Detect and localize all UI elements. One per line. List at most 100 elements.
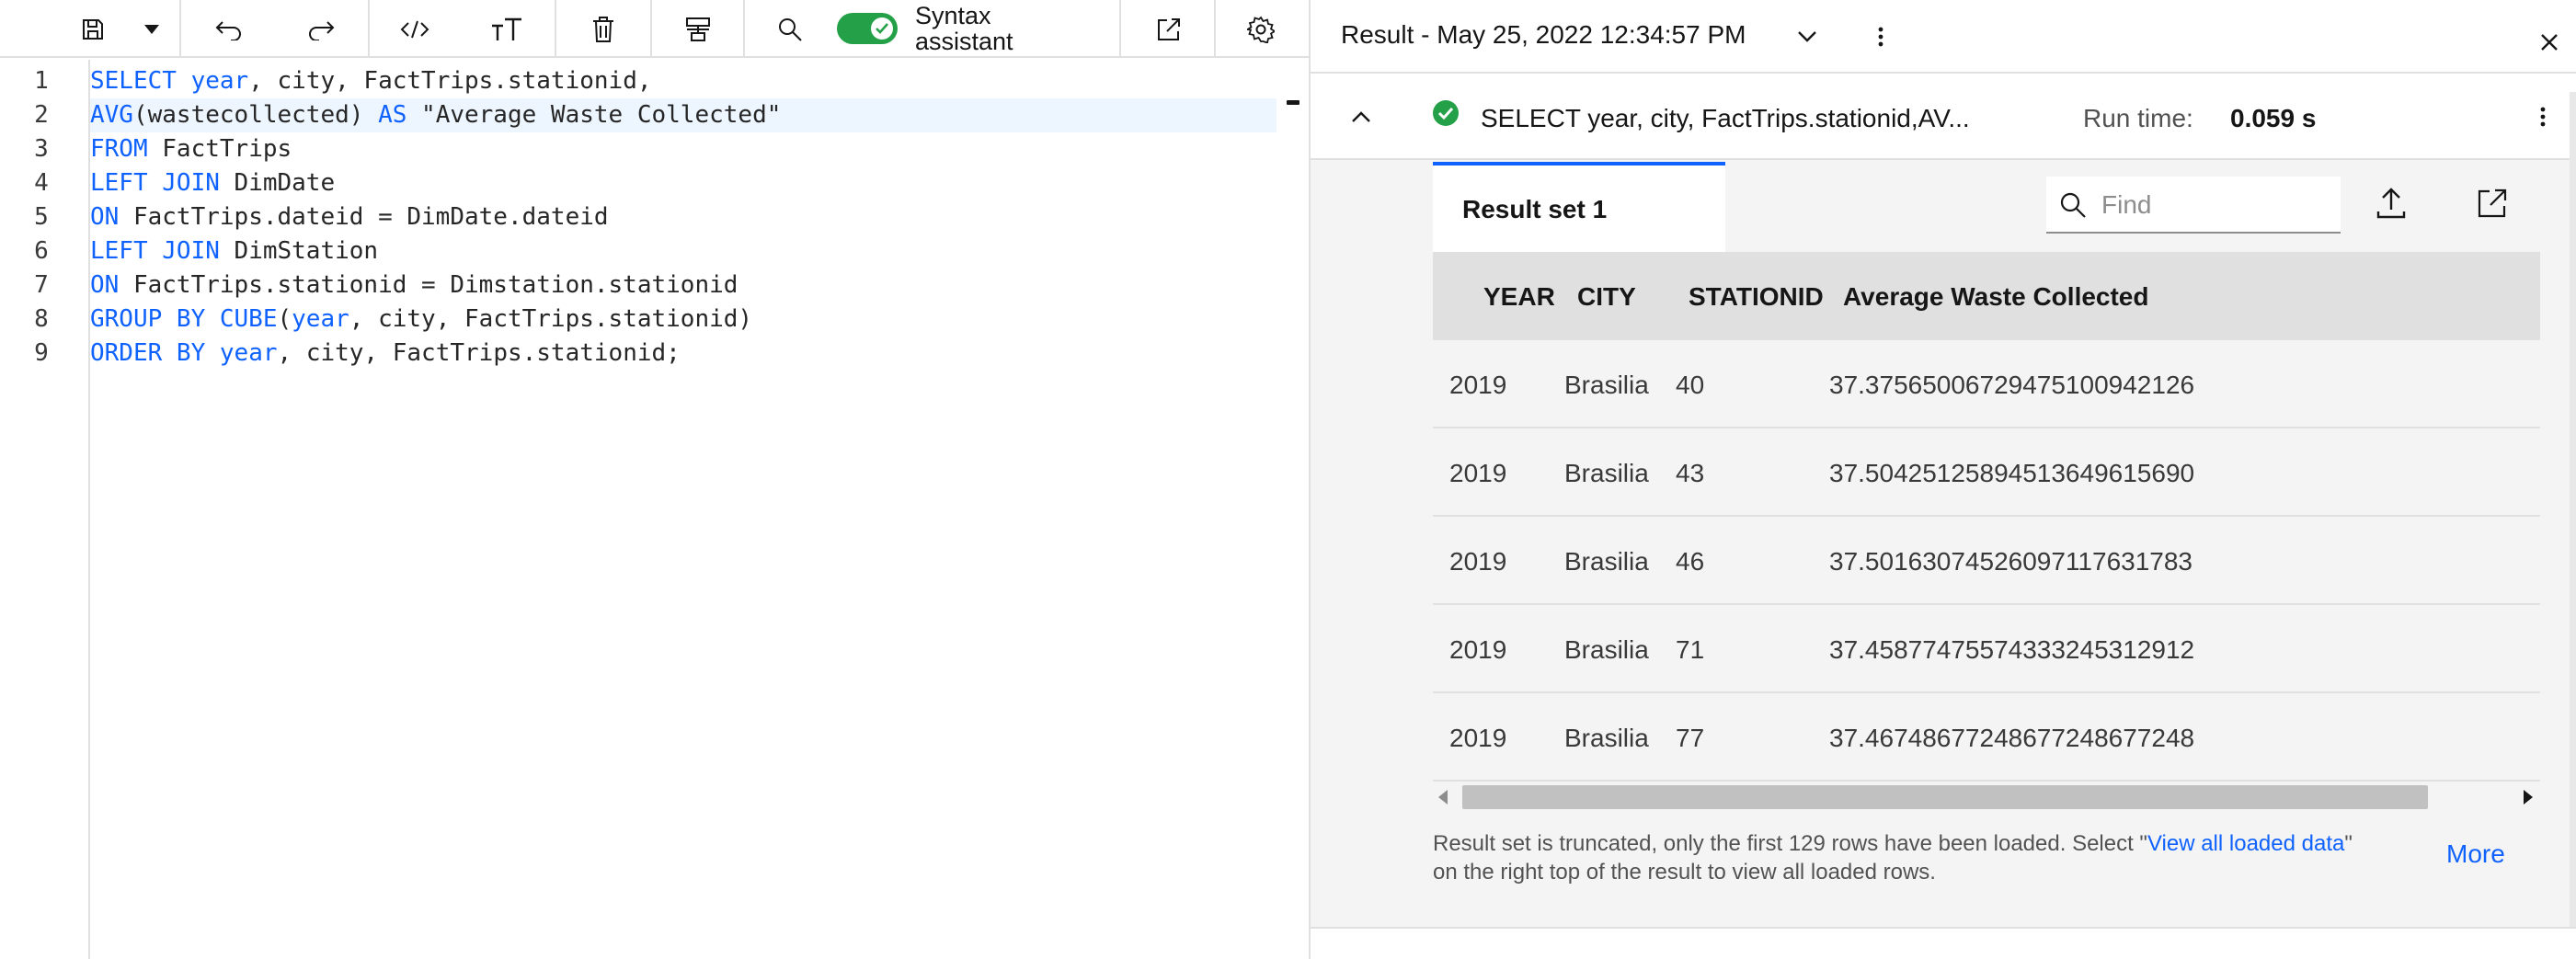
result-header: Result - May 25, 2022 12:34:57 PM [1311,0,2576,72]
code-line[interactable]: ON FactTrips.dateid = DimDate.dateid [90,200,1277,234]
result-table: YEAR CITY STATIONID Average Waste Collected… [1433,252,2540,782]
query-overflow-menu[interactable] [2524,98,2561,135]
table-cell: 37.50163074526097117631783 [1829,547,2193,576]
table-row[interactable]: 2019 Brasilia 40 37.37565006729475100942126 [1433,340,2540,428]
table-cell: 40 [1676,371,1705,399]
editor-toolbar: Syntax assistant [0,0,1309,58]
sql-text: (wastecollected) [132,101,379,129]
table-cell: Brasilia [1564,371,1649,399]
vertical-scrollbar[interactable] [2570,92,2576,927]
column-header[interactable]: STATIONID [1689,282,1824,312]
launch-icon [2478,188,2507,218]
export-button[interactable] [2368,180,2414,226]
sql-text: DimStation [219,237,379,265]
result-title: Result - May 25, 2022 12:34:57 PM [1341,20,1746,49]
sql-code-area[interactable]: SELECT year, city, FactTrips.stationid, A… [90,60,1309,959]
code-line[interactable]: SELECT year, city, FactTrips.stationid, [90,64,1277,98]
table-cell: Brasilia [1564,459,1649,487]
toolbar-divider [650,0,652,58]
collapse-button[interactable] [1343,98,1380,135]
table-row[interactable]: 2019 Brasilia 77 37.46748677248677248677248 [1433,693,2540,782]
sql-keyword: year [292,305,349,333]
line-number: 8 [34,305,49,333]
table-row[interactable]: 2019 Brasilia 43 37.50425125894513649615690 [1433,428,2540,517]
syntax-assistant-label: Syntax assistant [915,2,1013,55]
search-button[interactable] [771,0,809,58]
horizontal-scrollbar[interactable] [1433,782,2540,813]
insert-code-button[interactable] [395,0,434,58]
checkmark-icon [871,17,893,40]
scrollbar-thumb[interactable] [1462,785,2428,809]
line-number: 3 [34,135,49,163]
code-line[interactable]: AVG(wastecollected) AS "Average Waste Co… [90,98,1277,132]
sql-text: DimDate [219,169,336,197]
table-row[interactable]: 2019 Brasilia 46 37.50163074526097117631783 [1433,517,2540,605]
tab-result-set-1[interactable]: Result set 1 [1433,162,1725,252]
text-size-button[interactable] [487,0,526,58]
scroll-right-arrow-icon[interactable] [2524,790,2533,805]
chevron-down-icon [1798,31,1816,42]
scroll-left-arrow-icon[interactable] [1438,790,1448,805]
upload-icon [2376,188,2406,219]
overflow-menu-icon [2540,107,2546,127]
line-number: 6 [34,237,49,265]
open-in-new-window-button[interactable] [1150,0,1188,58]
tab-label: Result set 1 [1462,195,1608,223]
table-cell: Brasilia [1564,635,1649,664]
more-link[interactable]: More [2446,839,2505,869]
column-header[interactable]: CITY [1577,282,1636,312]
sql-keyword: LEFT JOIN [90,237,220,265]
redo-button[interactable] [302,0,340,58]
chevron-down-icon [144,24,159,34]
table-cell: 37.50425125894513649615690 [1829,459,2195,487]
table-cell: 2019 [1449,459,1507,487]
table-cell: 37.45877475574333245312912 [1829,635,2195,664]
sql-text: , city, FactTrips.stationid, [248,67,652,95]
line-number: 7 [34,271,49,299]
launch-icon [1158,17,1180,40]
close-icon [2541,34,2558,51]
save-button[interactable] [74,0,112,58]
format-icon [686,17,710,41]
table-cell: Brasilia [1564,724,1649,752]
delete-icon [593,16,613,42]
result-overflow-menu[interactable] [1862,18,1899,55]
table-cell: 46 [1676,547,1705,576]
sql-text: FactTrips.stationid = Dimstation.station… [119,271,738,299]
sql-text: FactTrips [147,135,292,163]
table-cell: 2019 [1449,724,1507,752]
table-row[interactable]: 2019 Brasilia 71 37.45877475574333245312912 [1433,605,2540,693]
toolbar-divider [368,0,370,58]
close-result-button[interactable] [2531,24,2568,61]
table-cell: 2019 [1449,371,1507,399]
code-line[interactable]: FROM FactTrips [90,132,1277,166]
table-cell: 37.46748677248677248677248 [1829,724,2195,752]
query-result-row: SELECT year, city, FactTrips.stationid,A… [1311,72,2576,160]
undo-button[interactable] [210,0,248,58]
find-input[interactable] [2101,188,2331,223]
open-result-window-button[interactable] [2469,180,2515,226]
table-cell: 2019 [1449,547,1507,576]
delete-button[interactable] [584,0,623,58]
settings-button[interactable] [1242,0,1280,58]
find-field[interactable] [2046,177,2341,234]
save-options-dropdown[interactable] [138,0,166,58]
column-header[interactable]: YEAR [1483,282,1555,312]
code-line[interactable]: ORDER BY year, city, FactTrips.stationid… [90,337,1277,371]
chevron-up-icon [1352,111,1370,122]
redo-icon [309,20,335,40]
code-line[interactable]: LEFT JOIN DimDate [90,166,1277,200]
toolbar-divider [1119,0,1121,58]
sql-text: , city, FactTrips.stationid; [277,339,681,367]
syntax-assistant-toggle[interactable] [837,13,898,44]
table-cell: 2019 [1449,635,1507,664]
code-line[interactable]: LEFT JOIN DimStation [90,234,1277,268]
format-button[interactable] [679,0,717,58]
sql-keyword: FROM [90,135,148,163]
code-line[interactable]: GROUP BY CUBE(year, city, FactTrips.stat… [90,303,1277,337]
code-line[interactable]: ON FactTrips.stationid = Dimstation.stat… [90,268,1277,303]
table-cell: 43 [1676,459,1705,487]
result-history-dropdown[interactable] [1789,18,1826,55]
view-all-loaded-data-link[interactable]: View all loaded data [2147,831,2344,856]
column-header[interactable]: Average Waste Collected [1843,282,2149,312]
